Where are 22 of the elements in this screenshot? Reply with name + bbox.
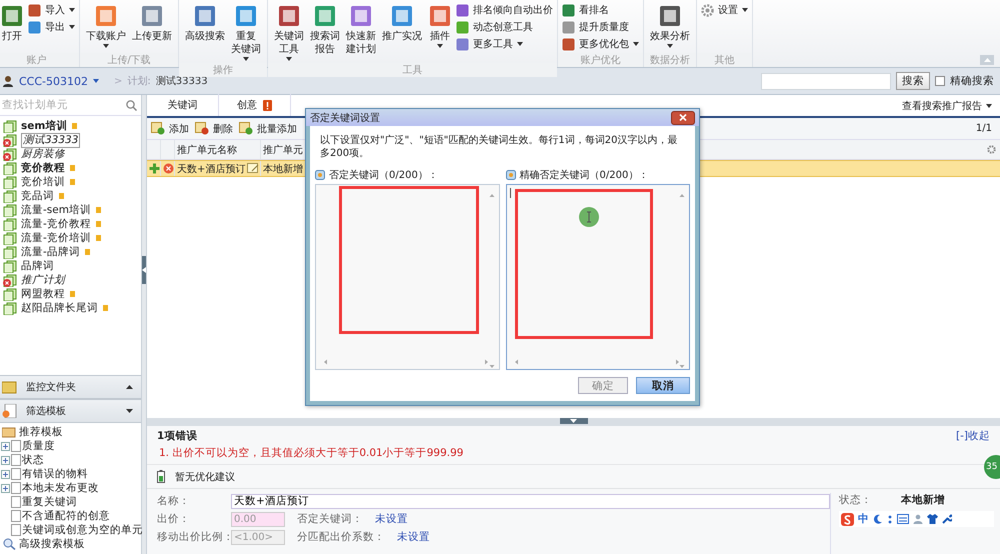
column-header: 推广单元: [262, 144, 304, 158]
status-value: 本地新增: [901, 493, 945, 507]
field-label: 状态：: [839, 493, 873, 507]
table-cell-text: 天数+酒店预订: [177, 162, 246, 176]
error-title: 1项错误: [157, 429, 198, 443]
field-label: 名称：: [157, 494, 191, 508]
suggestion-text: 暂无优化建议: [175, 470, 235, 484]
dialog-note: 以下设置仅对"广泛"、"短语"匹配的关键词生效。每行1词，每词20汉字以内，最多200项。: [319, 134, 678, 161]
field-label: 出价：: [157, 512, 191, 526]
field-label: 分匹配出价系数：: [297, 530, 385, 544]
group-label: 工具: [268, 63, 557, 77]
field-label: 否定关键词：: [297, 512, 363, 526]
breadcrumb-separator: >: [114, 76, 122, 86]
column-header: 推广单元名称: [175, 140, 261, 159]
group-label: 操作: [179, 63, 267, 77]
checkbox-label: 精确搜索: [950, 74, 994, 88]
plan-label: 计划:: [127, 74, 151, 88]
page-indicator: 1/1: [976, 123, 992, 134]
field-label: 精确否定关键词（0/200）：: [520, 168, 648, 182]
dialog-title: 否定关键词设置: [310, 112, 380, 124]
table-cell-text: 本地新增: [263, 162, 303, 176]
field-label: 否定关键词（0/200）：: [329, 168, 438, 182]
